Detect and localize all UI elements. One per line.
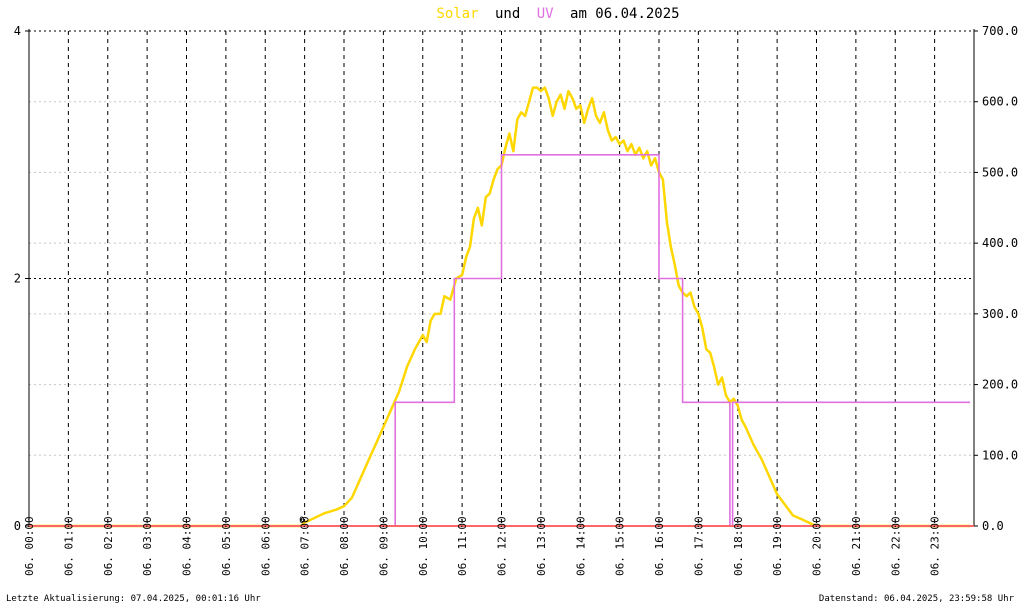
- y-left-tick-label: 4: [14, 24, 21, 38]
- title-und-word: und: [495, 6, 520, 22]
- title-solar-word: Solar: [436, 6, 478, 22]
- x-tick-label: 06. 21:00: [850, 516, 863, 576]
- y-right-tick-label: 200.0: [982, 378, 1018, 392]
- x-tick-label: 06. 08:00: [338, 516, 351, 576]
- solar-series-line: [29, 86, 971, 528]
- x-tick-label: 06. 06:00: [259, 516, 272, 576]
- x-tick-label: 06. 01:00: [62, 516, 75, 576]
- y-left-tick-label: 2: [14, 272, 21, 286]
- x-tick-label: 06. 10:00: [417, 516, 430, 576]
- x-tick-label: 06. 23:00: [929, 516, 942, 576]
- x-tick-label: 06. 11:00: [456, 516, 469, 576]
- y-right-tick-label: 400.0: [982, 236, 1018, 250]
- y-right-tick-label: 600.0: [982, 95, 1018, 109]
- y-right-tick-label: 500.0: [982, 165, 1018, 179]
- footer-right: Datenstand: 06.04.2025, 23:59:58 Uhr: [819, 594, 1015, 604]
- x-tick-label: 06. 17:00: [692, 516, 705, 576]
- title-uv-word: UV: [537, 6, 554, 22]
- x-tick-label: 06. 15:00: [614, 516, 627, 576]
- x-tick-label: 06. 05:00: [220, 516, 233, 576]
- y-right-tick-label: 700.0: [982, 24, 1018, 38]
- y-right-tick-label: 0.0: [982, 519, 1004, 533]
- y-right-tick-label: 100.0: [982, 448, 1018, 462]
- label-layer: 0 2 4 0.0 100.0 200.0 300.0 400.0 500.0 600.0 700.…: [14, 24, 1018, 576]
- y-left-tick-label: 0: [14, 519, 21, 533]
- x-tick-label: 06. 12:00: [496, 516, 509, 576]
- x-tick-label: 06. 19:00: [771, 516, 784, 576]
- title-rest: am 06.04.2025: [570, 6, 680, 22]
- chart-svg: Solar und UV am 06.04.2025 0 2 4 0.0 100.0 20…: [6, 6, 1018, 604]
- x-tick-label: 06. 14:00: [574, 516, 587, 576]
- uv-series-line: [29, 154, 971, 527]
- x-tick-label: 06. 20:00: [811, 516, 824, 576]
- x-tick-label: 06. 09:00: [377, 516, 390, 576]
- x-tick-label: 06. 16:00: [653, 516, 666, 576]
- x-tick-label: 06. 18:00: [732, 516, 745, 576]
- x-tick-label: 06. 03:00: [141, 516, 154, 576]
- x-tick-label: 06. 04:00: [181, 516, 194, 576]
- zero-marker-label: 0: [299, 516, 304, 526]
- chart-title: Solar und UV am 06.04.2025: [436, 6, 679, 22]
- solar-uv-chart: Solar und UV am 06.04.2025 0 2 4 0.0 100.0 20…: [0, 0, 1020, 606]
- footer-left: Letzte Aktualisierung: 07.04.2025, 00:01…: [6, 594, 261, 604]
- x-tick-label: 06. 13:00: [535, 516, 548, 576]
- y-right-tick-label: 300.0: [982, 307, 1018, 321]
- x-tick-label: 06. 22:00: [889, 516, 902, 576]
- x-tick-label: 06. 02:00: [102, 516, 115, 576]
- x-tick-label: 06. 00:00: [23, 516, 36, 576]
